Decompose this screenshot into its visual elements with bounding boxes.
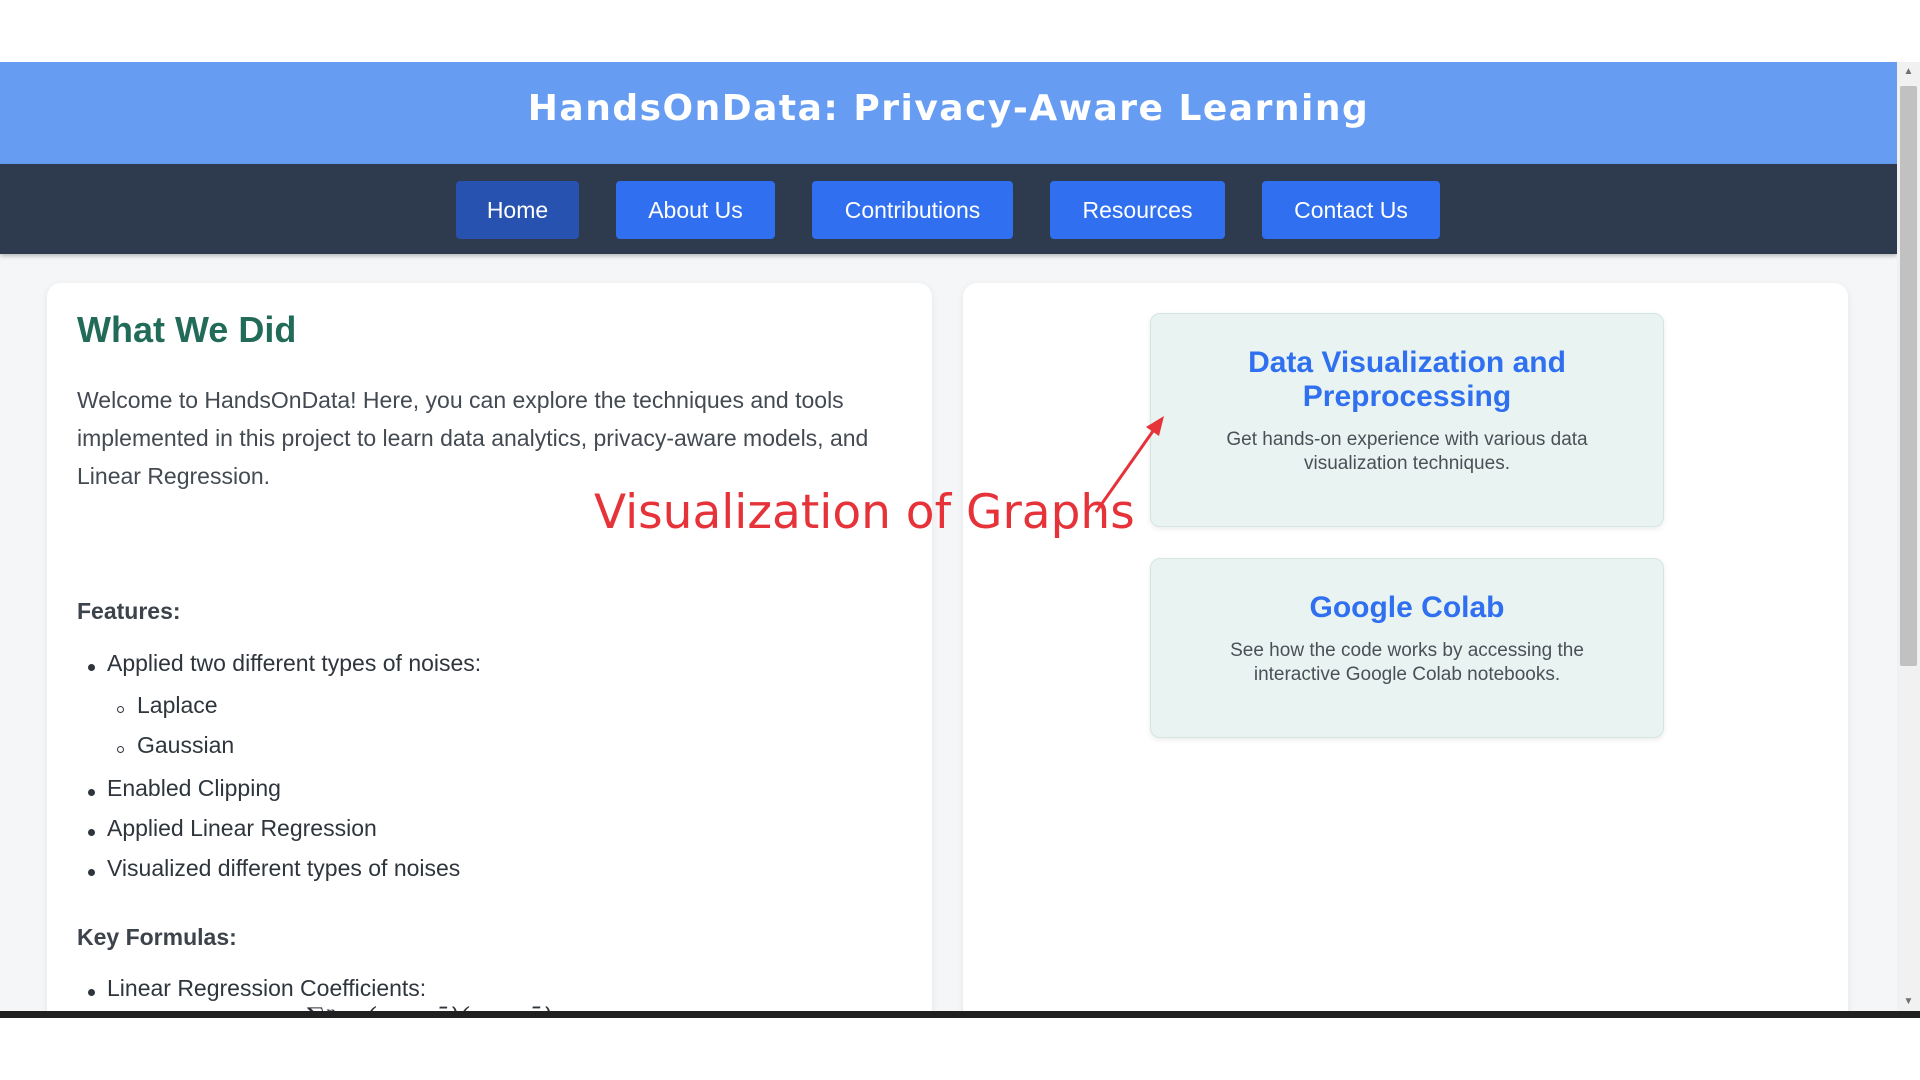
annotation-arrow-icon (1094, 416, 1164, 513)
